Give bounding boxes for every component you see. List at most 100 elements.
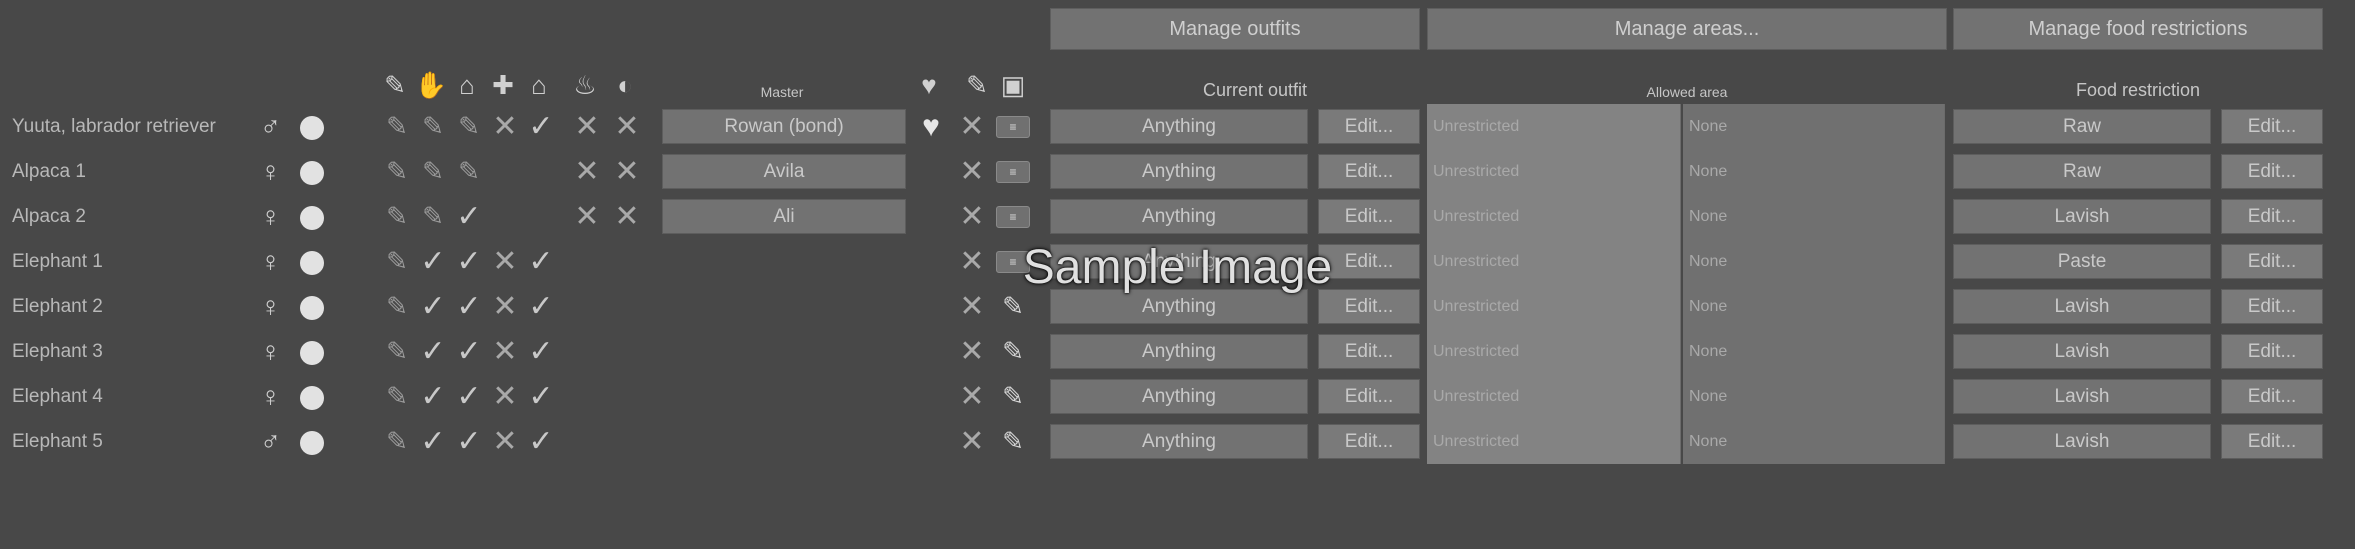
master-dropdown[interactable]: Ali (662, 199, 906, 234)
cross-icon[interactable]: ✕ (610, 149, 644, 194)
food-edit-button[interactable]: Edit... (2221, 289, 2323, 324)
animal-name[interactable]: Elephant 3 (12, 329, 103, 374)
cross-icon[interactable]: ✕ (488, 284, 522, 329)
cross-icon[interactable]: ✕ (488, 329, 522, 374)
allowed-area-none[interactable]: None (1683, 149, 1945, 194)
allowed-area-unrestricted[interactable]: Unrestricted (1427, 104, 1681, 149)
manage-areas-button[interactable]: Manage areas... (1427, 8, 1947, 50)
slaughter-cross-icon[interactable]: ✕ (955, 149, 989, 194)
outfit-edit-button[interactable]: Edit... (1318, 154, 1420, 189)
food-edit-button[interactable]: Edit... (2221, 154, 2323, 189)
food-restriction-dropdown[interactable]: Paste (1953, 244, 2211, 279)
outfit-dropdown[interactable]: Anything (1050, 424, 1308, 459)
food-restriction-column-header[interactable]: Food restriction (1953, 80, 2323, 101)
outfit-edit-button[interactable]: Edit... (1318, 334, 1420, 369)
check-icon[interactable]: ✓ (452, 329, 486, 374)
check-icon[interactable]: ✓ (416, 329, 450, 374)
medical-toggle-icon[interactable]: ≡ (996, 251, 1030, 273)
slaughter-cross-icon[interactable]: ✕ (955, 419, 989, 464)
allowed-area-unrestricted[interactable]: Unrestricted (1427, 284, 1681, 329)
quill-icon[interactable]: ✎ (998, 374, 1028, 419)
check-icon[interactable]: ✓ (524, 329, 558, 374)
outfit-dropdown[interactable]: Anything (1050, 244, 1308, 279)
medical-toggle-icon[interactable]: ≡ (996, 206, 1030, 228)
food-restriction-dropdown[interactable]: Lavish (1953, 379, 2211, 414)
feather-icon[interactable]: ✎ (380, 149, 414, 194)
food-edit-button[interactable]: Edit... (2221, 109, 2323, 144)
feather-icon[interactable]: ✎ (380, 239, 414, 284)
master-column-header[interactable]: Master (662, 84, 902, 100)
fire-icon[interactable]: ♨ (570, 70, 600, 100)
allowed-area-none[interactable]: None (1683, 374, 1945, 419)
cross-icon[interactable]: ✕ (570, 149, 604, 194)
check-icon[interactable]: ✓ (452, 419, 486, 464)
food-edit-button[interactable]: Edit... (2221, 199, 2323, 234)
feather-icon[interactable]: ✎ (416, 149, 450, 194)
food-restriction-dropdown[interactable]: Raw (1953, 109, 2211, 144)
feather-icon[interactable]: ✎ (380, 419, 414, 464)
allowed-area-unrestricted[interactable]: Unrestricted (1427, 374, 1681, 419)
check-icon[interactable]: ✓ (416, 419, 450, 464)
check-icon[interactable]: ✓ (524, 239, 558, 284)
check-icon[interactable]: ✓ (452, 284, 486, 329)
medical-toggle-icon[interactable]: ≡ (996, 161, 1030, 183)
food-restriction-dropdown[interactable]: Lavish (1953, 334, 2211, 369)
cross-icon[interactable]: ✕ (610, 194, 644, 239)
outfit-dropdown[interactable]: Anything (1050, 199, 1308, 234)
hand-icon[interactable]: ✋ (415, 70, 447, 100)
plus-icon[interactable]: ✚ (488, 70, 518, 100)
cross-icon[interactable]: ✕ (570, 104, 604, 149)
check-icon[interactable]: ✓ (524, 104, 558, 149)
allowed-area-none[interactable]: None (1683, 329, 1945, 374)
feather-icon[interactable]: ✎ (416, 194, 450, 239)
food-edit-button[interactable]: Edit... (2221, 424, 2323, 459)
outfit-dropdown[interactable]: Anything (1050, 154, 1308, 189)
medical-toggle-icon[interactable]: ≡ (996, 116, 1030, 138)
food-restriction-dropdown[interactable]: Lavish (1953, 424, 2211, 459)
allowed-area-unrestricted[interactable]: Unrestricted (1427, 419, 1681, 464)
allowed-area-none[interactable]: None (1683, 239, 1945, 284)
outfit-dropdown[interactable]: Anything (1050, 109, 1308, 144)
food-edit-button[interactable]: Edit... (2221, 379, 2323, 414)
slaughter-cross-icon[interactable]: ✕ (955, 284, 989, 329)
feather-icon[interactable]: ✎ (452, 104, 486, 149)
check-icon[interactable]: ✓ (452, 194, 486, 239)
tag-icon[interactable]: ▣ (998, 70, 1028, 100)
animal-name[interactable]: Yuuta, labrador retriever (12, 104, 216, 149)
feather-icon[interactable]: ✎ (452, 149, 486, 194)
outfit-edit-button[interactable]: Edit... (1318, 424, 1420, 459)
bed-icon[interactable]: ⌂ (452, 70, 482, 100)
heart-icon[interactable]: ♥ (914, 70, 944, 100)
allowed-area-column-header[interactable]: Allowed area (1427, 84, 1947, 100)
check-icon[interactable]: ✓ (524, 419, 558, 464)
food-restriction-dropdown[interactable]: Raw (1953, 154, 2211, 189)
outfit-edit-button[interactable]: Edit... (1318, 244, 1420, 279)
animal-name[interactable]: Elephant 1 (12, 239, 103, 284)
feather-icon[interactable]: ✎ (380, 194, 414, 239)
quill-icon[interactable]: ✎ (998, 284, 1028, 329)
animal-name[interactable]: Elephant 4 (12, 374, 103, 419)
outfit-dropdown[interactable]: Anything (1050, 379, 1308, 414)
check-icon[interactable]: ✓ (452, 239, 486, 284)
allowed-area-unrestricted[interactable]: Unrestricted (1427, 149, 1681, 194)
slaughter-cross-icon[interactable]: ✕ (955, 104, 989, 149)
slaughter-cross-icon[interactable]: ✕ (955, 374, 989, 419)
food-restriction-dropdown[interactable]: Lavish (1953, 199, 2211, 234)
allowed-area-unrestricted[interactable]: Unrestricted (1427, 194, 1681, 239)
outfit-dropdown[interactable]: Anything (1050, 334, 1308, 369)
cross-icon[interactable]: ✕ (570, 194, 604, 239)
food-edit-button[interactable]: Edit... (2221, 244, 2323, 279)
feather-icon[interactable]: ✎ (380, 329, 414, 374)
cross-icon[interactable]: ✕ (488, 239, 522, 284)
food-restriction-dropdown[interactable]: Lavish (1953, 289, 2211, 324)
feather-icon[interactable]: ✎ (380, 70, 410, 100)
current-outfit-column-header[interactable]: Current outfit (1050, 80, 1460, 101)
animal-name[interactable]: Alpaca 2 (12, 194, 86, 239)
quill-icon[interactable]: ✎ (998, 419, 1028, 464)
cross-icon[interactable]: ✕ (610, 104, 644, 149)
allowed-area-unrestricted[interactable]: Unrestricted (1427, 239, 1681, 284)
animal-name[interactable]: Elephant 5 (12, 419, 103, 464)
cross-icon[interactable]: ✕ (488, 104, 522, 149)
animal-name[interactable]: Elephant 2 (12, 284, 103, 329)
check-icon[interactable]: ✓ (416, 284, 450, 329)
